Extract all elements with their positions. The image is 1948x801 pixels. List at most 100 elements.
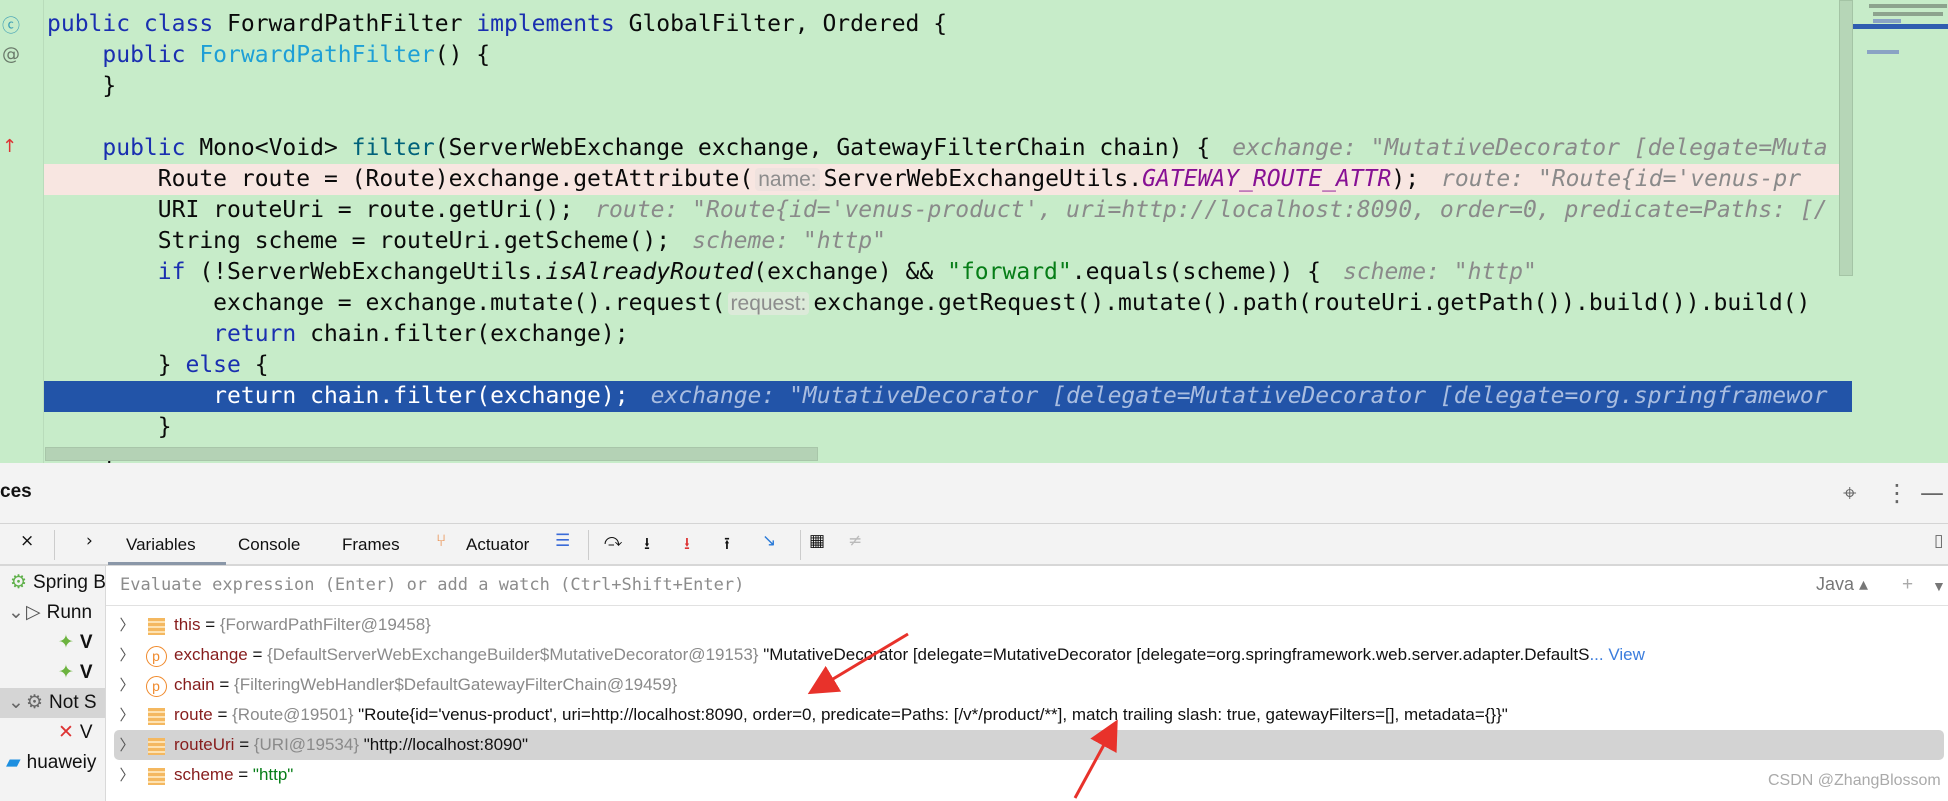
tree-item-label: Runn: [46, 602, 93, 623]
panel-title: ces: [0, 481, 32, 502]
inline-debug-value: route: "Route{id='venus-product', uri=ht…: [595, 197, 1828, 223]
run-to-cursor-icon[interactable]: ↘: [762, 531, 776, 551]
code-line[interactable]: } else {: [44, 350, 1852, 381]
tab-actuator[interactable]: Actuator: [466, 535, 529, 555]
chevron-right-icon[interactable]: 〉: [114, 700, 140, 730]
code-line[interactable]: [44, 102, 1852, 133]
variable-row[interactable]: 〉 route = {Route@19501} "Route{id='venus-…: [114, 700, 1944, 730]
variable-row[interactable]: 〉 this = {ForwardPathFilter@19458}: [114, 610, 1944, 640]
spring-boot-icon: ⚙: [10, 572, 28, 593]
equals-sign: =: [200, 615, 220, 634]
field-icon: [144, 701, 168, 731]
vertical-scrollbar[interactable]: [1839, 0, 1853, 276]
execution-line[interactable]: return chain.filter(exchange); exchange: …: [44, 381, 1852, 412]
tree-item-label: V: [79, 722, 93, 743]
watermark: CSDN @ZhangBlossom: [1768, 772, 1941, 789]
tab-frames[interactable]: Frames: [342, 535, 400, 555]
stream-trace-icon[interactable]: ≠: [848, 531, 862, 551]
crosshair-icon[interactable]: ⌖: [1843, 479, 1857, 507]
code-token: GATEWAY_ROUTE_ATTR: [1142, 166, 1392, 192]
force-step-into-icon[interactable]: ⭳: [684, 531, 690, 560]
code-lines[interactable]: public class ForwardPathFilter implement…: [44, 9, 1852, 463]
parameter-icon: p: [144, 671, 168, 701]
view-link[interactable]: ... View: [1589, 645, 1644, 664]
restore-layout-icon[interactable]: ▯: [1934, 531, 1943, 551]
code-token: else: [185, 352, 255, 378]
code-line[interactable]: }: [44, 412, 1852, 443]
code-line[interactable]: }: [44, 71, 1852, 102]
tree-item[interactable]: ⌄ ⚙ Not S: [8, 688, 97, 718]
code-token: public: [102, 42, 200, 68]
debug-panel-header: ces ⌖ ⋮ —: [0, 463, 1948, 524]
code-token: "forward": [947, 259, 1072, 285]
debug-toolbar: ⨯ › Variables Console Frames ⑂ Actuator …: [0, 524, 1948, 566]
code-line[interactable]: public ForwardPathFilter() {: [44, 40, 1852, 71]
variable-name: this: [174, 615, 201, 634]
code-editor[interactable]: ⓒ @ ↑ public class ForwardPathFilter imp…: [0, 0, 1948, 463]
chevron-right-icon[interactable]: 〉: [114, 610, 140, 640]
horizontal-scrollbar[interactable]: [45, 447, 818, 461]
variable-type: {DefaultServerWebExchangeBuilder$Mutativ…: [267, 645, 759, 664]
layout-icon[interactable]: ☰: [555, 531, 570, 551]
dropdown-arrow-icon[interactable]: ▼: [1932, 578, 1946, 594]
step-over-icon[interactable]: ⤼: [604, 531, 622, 551]
chevron-right-icon[interactable]: 〉: [114, 760, 140, 790]
step-out-icon[interactable]: ⭱: [724, 531, 730, 560]
collapse-icon[interactable]: ⨯: [20, 531, 34, 551]
language-selector[interactable]: Java ▴: [1816, 574, 1868, 595]
code-line[interactable]: if (!ServerWebExchangeUtils.isAlreadyRou…: [44, 257, 1852, 288]
tree-item[interactable]: ✦ V: [58, 628, 93, 658]
tree-item[interactable]: ⚙ Spring B: [10, 568, 105, 598]
code-token: }: [47, 414, 172, 440]
chevron-down-icon[interactable]: ⌄: [8, 598, 24, 628]
code-token: filter: [351, 135, 435, 161]
variable-row[interactable]: 〉 p exchange = {DefaultServerWebExchangeBu…: [114, 640, 1944, 670]
evaluate-expression-input[interactable]: Evaluate expression (Enter) or add a wat…: [106, 566, 1948, 606]
tab-variables[interactable]: Variables: [126, 535, 196, 555]
tree-item[interactable]: ✦ V: [58, 658, 93, 688]
code-line[interactable]: String scheme = routeUri.getScheme(); sch…: [44, 226, 1852, 257]
chevron-right-icon[interactable]: 〉: [114, 730, 140, 760]
code-line[interactable]: exchange = exchange.mutate().request(req…: [44, 288, 1852, 319]
evaluate-calculator-icon[interactable]: ▦: [809, 531, 825, 551]
equals-sign: =: [233, 765, 253, 784]
parameter-icon: p: [144, 641, 168, 671]
override-icon[interactable]: ↑: [2, 136, 17, 157]
chevron-down-icon[interactable]: ⌄: [8, 688, 24, 718]
code-line[interactable]: return chain.filter(exchange);: [44, 319, 1852, 350]
parameter-hint: name:: [755, 168, 820, 191]
minimap[interactable]: [1853, 0, 1948, 463]
variable-row[interactable]: 〉 routeUri = {URI@19534} "http://localhos…: [114, 730, 1944, 760]
docker-icon: ▰: [6, 752, 21, 773]
inline-debug-value: scheme: "http": [1342, 259, 1537, 285]
more-options-icon[interactable]: ⋮: [1885, 479, 1909, 507]
tab-console[interactable]: Console: [238, 535, 300, 555]
add-watch-icon[interactable]: +: [1902, 574, 1913, 596]
chevron-right-icon[interactable]: 〉: [114, 670, 140, 700]
minimize-icon[interactable]: —: [1920, 479, 1944, 507]
step-into-icon[interactable]: ⭳: [644, 531, 650, 560]
tree-item-label: V: [79, 662, 93, 683]
code-token: () {: [434, 42, 491, 68]
run-icon: ▷: [26, 602, 41, 623]
code-line[interactable]: public Mono<Void> filter(ServerWebExchan…: [44, 133, 1852, 164]
equals-sign: =: [212, 705, 233, 724]
tree-item[interactable]: ✕ V: [58, 718, 93, 748]
chevron-right-icon[interactable]: 〉: [114, 640, 140, 670]
tree-item[interactable]: ▰ huaweiy: [6, 748, 96, 778]
code-line[interactable]: public class ForwardPathFilter implement…: [44, 9, 1852, 40]
code-token: public class: [47, 11, 228, 37]
code-token: (!ServerWebExchangeUtils.: [199, 259, 546, 285]
code-line[interactable]: URI routeUri = route.getUri(); route: "Ro…: [44, 195, 1852, 226]
equals-sign: =: [247, 645, 268, 664]
variable-type: {Route@19501}: [232, 705, 354, 724]
breakpoint-line[interactable]: Route route = (Route)exchange.getAttribu…: [44, 164, 1852, 195]
variable-row[interactable]: 〉 p chain = {FilteringWebHandler$DefaultGa…: [114, 670, 1944, 700]
tree-item[interactable]: ⌄ ▷ Runn: [8, 598, 93, 628]
variable-row[interactable]: 〉 scheme = "http": [114, 760, 1944, 790]
equals-sign: =: [214, 675, 235, 694]
expand-chevron-icon[interactable]: ›: [86, 531, 93, 551]
